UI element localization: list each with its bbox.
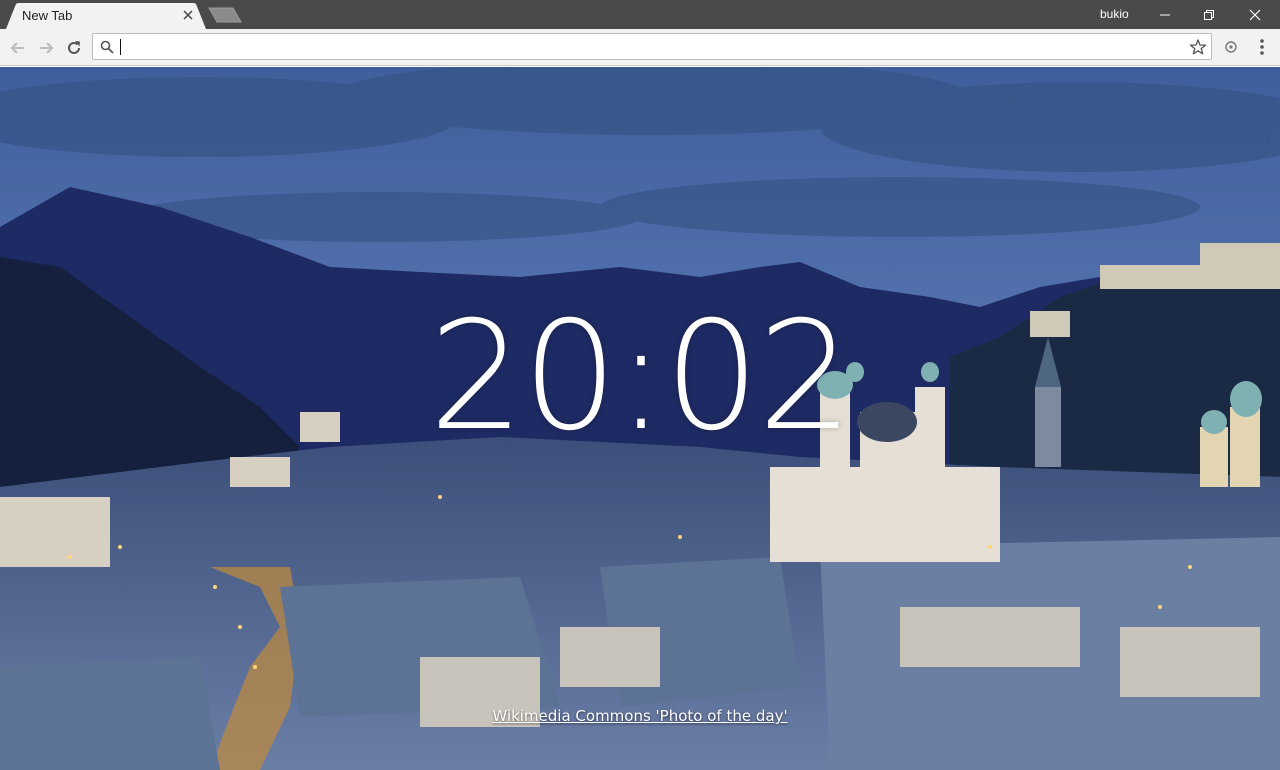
extension-icon[interactable] bbox=[1222, 38, 1240, 56]
title-bar: New Tab bukio bbox=[0, 0, 1280, 29]
restore-button[interactable] bbox=[1186, 0, 1232, 29]
tab-close-icon[interactable] bbox=[180, 7, 196, 23]
kebab-menu-icon[interactable] bbox=[1254, 38, 1270, 56]
toolbar bbox=[0, 29, 1280, 66]
new-tab-page: 20:02 Wikimedia Commons 'Photo of the da… bbox=[0, 67, 1280, 770]
star-icon[interactable] bbox=[1189, 38, 1207, 56]
arrow-left-icon bbox=[10, 42, 24, 54]
close-window-button[interactable] bbox=[1232, 0, 1278, 29]
omnibox[interactable] bbox=[92, 33, 1212, 60]
restore-icon bbox=[1204, 9, 1214, 20]
text-caret bbox=[120, 39, 121, 55]
photo-credit-link[interactable]: Wikimedia Commons 'Photo of the day' bbox=[0, 707, 1280, 725]
profile-name[interactable]: bukio bbox=[1100, 7, 1129, 21]
minimize-icon bbox=[1160, 14, 1170, 15]
close-icon bbox=[1249, 9, 1261, 20]
new-tab-button[interactable] bbox=[208, 7, 242, 23]
reload-icon bbox=[68, 41, 80, 54]
arrow-right-icon bbox=[40, 42, 54, 54]
minimize-button[interactable] bbox=[1142, 0, 1188, 29]
tab-new-tab[interactable]: New Tab bbox=[6, 3, 206, 29]
clock: 20:02 bbox=[428, 290, 853, 464]
search-icon bbox=[100, 40, 114, 54]
forward-button[interactable] bbox=[34, 36, 58, 60]
tab-title: New Tab bbox=[22, 8, 73, 23]
back-button[interactable] bbox=[6, 36, 30, 60]
address-input[interactable] bbox=[119, 36, 1179, 57]
reload-button[interactable] bbox=[62, 36, 86, 60]
